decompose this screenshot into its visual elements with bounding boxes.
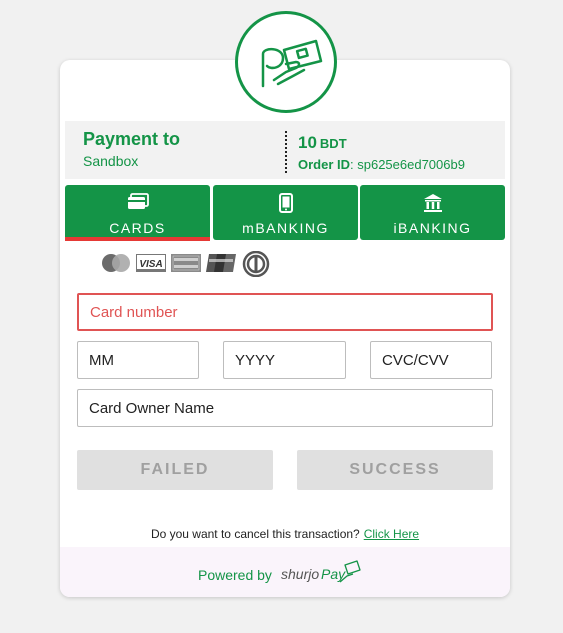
visa-icon: VISA [136, 254, 166, 277]
credit-card-icon [127, 193, 149, 216]
tab-mbanking-label: mBANKING [242, 220, 329, 236]
expiry-month-input[interactable] [77, 341, 199, 379]
tab-cards-label: CARDS [109, 220, 166, 236]
tab-mbanking[interactable]: mBANKING [213, 185, 358, 240]
powered-by-label: Powered by [198, 567, 272, 583]
cancel-transaction-prompt: Do you want to cancel this transaction? C… [60, 527, 510, 541]
order-id-label: Order ID [298, 157, 351, 172]
svg-text:VISA: VISA [139, 259, 162, 270]
tab-ibanking-label: iBANKING [393, 220, 472, 236]
success-button[interactable]: SUCCESS [297, 450, 493, 490]
payment-card: Payment to Sandbox 10 BDT Order ID: sp625… [60, 60, 510, 597]
bank-icon [423, 193, 443, 218]
diners-club-icon [241, 250, 271, 282]
card-owner-name-input[interactable] [77, 389, 493, 427]
currency-code: BDT [319, 136, 347, 151]
cancel-question: Do you want to cancel this transaction? [150, 527, 360, 541]
merchant-name: Sandbox [83, 153, 139, 169]
amount-value: 10 [298, 133, 317, 152]
footer: Powered by shurjo Pay [60, 547, 510, 597]
payment-info-panel: Payment to Sandbox 10 BDT Order ID: sp625… [65, 121, 505, 179]
tab-ibanking[interactable]: iBANKING [360, 185, 505, 240]
payment-to-label: Payment to [83, 129, 181, 149]
mastercard-icon [101, 253, 131, 278]
cancel-link[interactable]: Click Here [364, 527, 419, 541]
failed-button[interactable]: FAILED [77, 450, 273, 490]
shurjopay-logo-icon: shurjo Pay [281, 560, 361, 591]
expiry-year-input[interactable] [223, 341, 346, 379]
card-number-input[interactable] [77, 293, 493, 331]
order-id-value: : sp625e6ed7006b9 [350, 157, 465, 172]
svg-text:shurjo: shurjo [281, 566, 319, 582]
unionpay-icon [206, 254, 236, 277]
payment-method-tabs: CARDS mBANKING iBANKING [65, 185, 505, 241]
mobile-phone-icon [278, 193, 293, 218]
info-divider [285, 131, 287, 173]
order-id: Order ID: sp625e6ed7006b9 [298, 157, 465, 172]
tab-cards[interactable]: CARDS [65, 185, 210, 241]
shurjopay-hand-logo-icon [235, 11, 337, 113]
cvc-input[interactable] [370, 341, 492, 379]
payment-amount: 10 BDT [298, 133, 347, 153]
american-express-icon [171, 254, 201, 277]
